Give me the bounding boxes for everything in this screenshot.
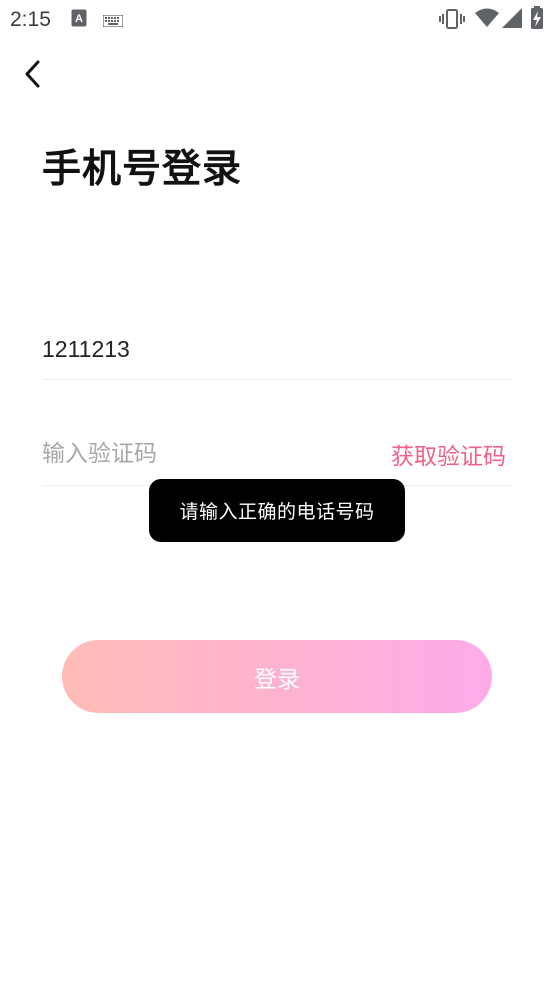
chevron-left-icon xyxy=(25,60,40,88)
login-button[interactable]: 登录 xyxy=(62,640,492,713)
vibrate-icon xyxy=(439,9,465,33)
signal-icon xyxy=(502,8,522,32)
get-code-button[interactable]: 获取验证码 xyxy=(391,437,506,471)
page-title: 手机号登录 xyxy=(42,147,243,192)
battery-charging-icon xyxy=(530,6,544,34)
wifi-icon xyxy=(475,8,499,32)
svg-text:A: A xyxy=(75,13,83,25)
login-screen: 2:15 A 手机号登录 1211213 输入验证码 获取验证码 请输入正确的电… xyxy=(0,0,554,984)
back-button[interactable] xyxy=(14,56,50,92)
text-a-icon: A xyxy=(71,9,87,31)
keyboard-icon xyxy=(102,12,124,31)
phone-field xyxy=(42,320,512,380)
phone-input[interactable] xyxy=(42,323,512,376)
status-bar: 2:15 A xyxy=(0,0,554,38)
code-field: 获取验证码 xyxy=(42,422,512,486)
status-time: 2:15 xyxy=(10,8,51,31)
code-input[interactable] xyxy=(42,427,322,480)
toast-message: 请输入正确的电话号码 xyxy=(149,479,405,542)
